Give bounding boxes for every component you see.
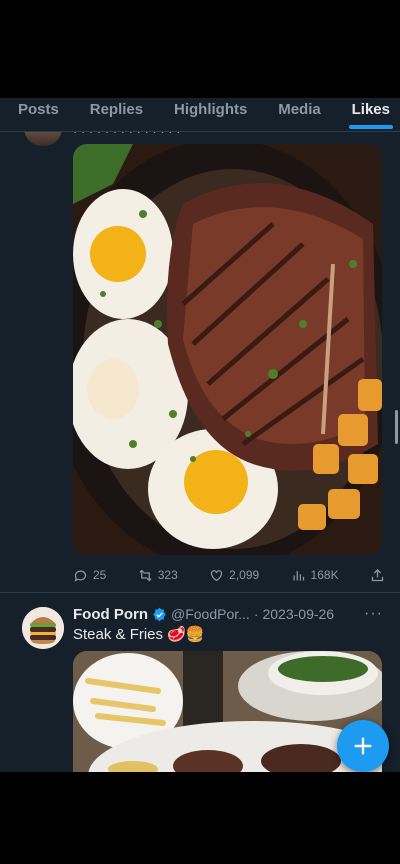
like-count: 2,099 <box>229 568 260 582</box>
navigation-bar-area <box>0 772 400 864</box>
views-button[interactable]: 168K <box>291 568 339 583</box>
profile-timeline: Posts Replies Highlights Media Likes · ·… <box>0 98 400 772</box>
views-count: 168K <box>310 568 339 582</box>
post-media-image[interactable] <box>73 651 382 772</box>
tab-highlights[interactable]: Highlights <box>174 98 247 132</box>
steak-fries-image <box>73 651 382 772</box>
post-actions-bar: 25 323 2,099 168K <box>73 566 385 584</box>
compose-button[interactable] <box>337 720 389 772</box>
separator-dot: · <box>253 606 259 622</box>
reply-button[interactable]: 25 <box>73 568 106 583</box>
repost-count: 323 <box>157 568 178 582</box>
author-handle[interactable]: @FoodPor... <box>171 606 250 622</box>
tab-posts[interactable]: Posts <box>18 98 59 132</box>
post-header: Food Porn @FoodPor... · 2023-09-26 ··· <box>73 604 383 624</box>
reply-count: 25 <box>93 568 107 582</box>
tab-media[interactable]: Media <box>278 98 321 132</box>
status-bar-area <box>0 0 400 98</box>
avatar[interactable] <box>22 607 64 649</box>
tab-likes[interactable]: Likes <box>348 98 394 132</box>
steak-eggs-skillet-image <box>73 144 382 555</box>
profile-tabs: Posts Replies Highlights Media Likes <box>0 98 400 132</box>
post-text: Steak & Fries 🥩🍔 <box>73 626 205 643</box>
repost-icon <box>139 569 152 581</box>
post-media-image[interactable] <box>73 144 382 555</box>
share-icon <box>371 568 384 581</box>
like-icon <box>211 569 223 581</box>
views-icon <box>293 570 304 580</box>
burger-avatar-image <box>22 607 64 649</box>
compose-plus-icon <box>354 737 372 755</box>
verified-icon <box>153 607 166 621</box>
post-date[interactable]: 2023-09-26 <box>262 606 334 622</box>
repost-button[interactable]: 323 <box>138 568 178 583</box>
reply-icon <box>74 570 87 582</box>
like-button[interactable]: 2,099 <box>209 568 259 583</box>
more-icon[interactable]: ··· <box>364 605 383 623</box>
post-divider <box>0 592 400 593</box>
author-name[interactable]: Food Porn <box>73 606 148 623</box>
scrollbar-thumb[interactable] <box>395 410 398 444</box>
tab-replies[interactable]: Replies <box>90 98 143 132</box>
share-button[interactable] <box>370 568 385 583</box>
